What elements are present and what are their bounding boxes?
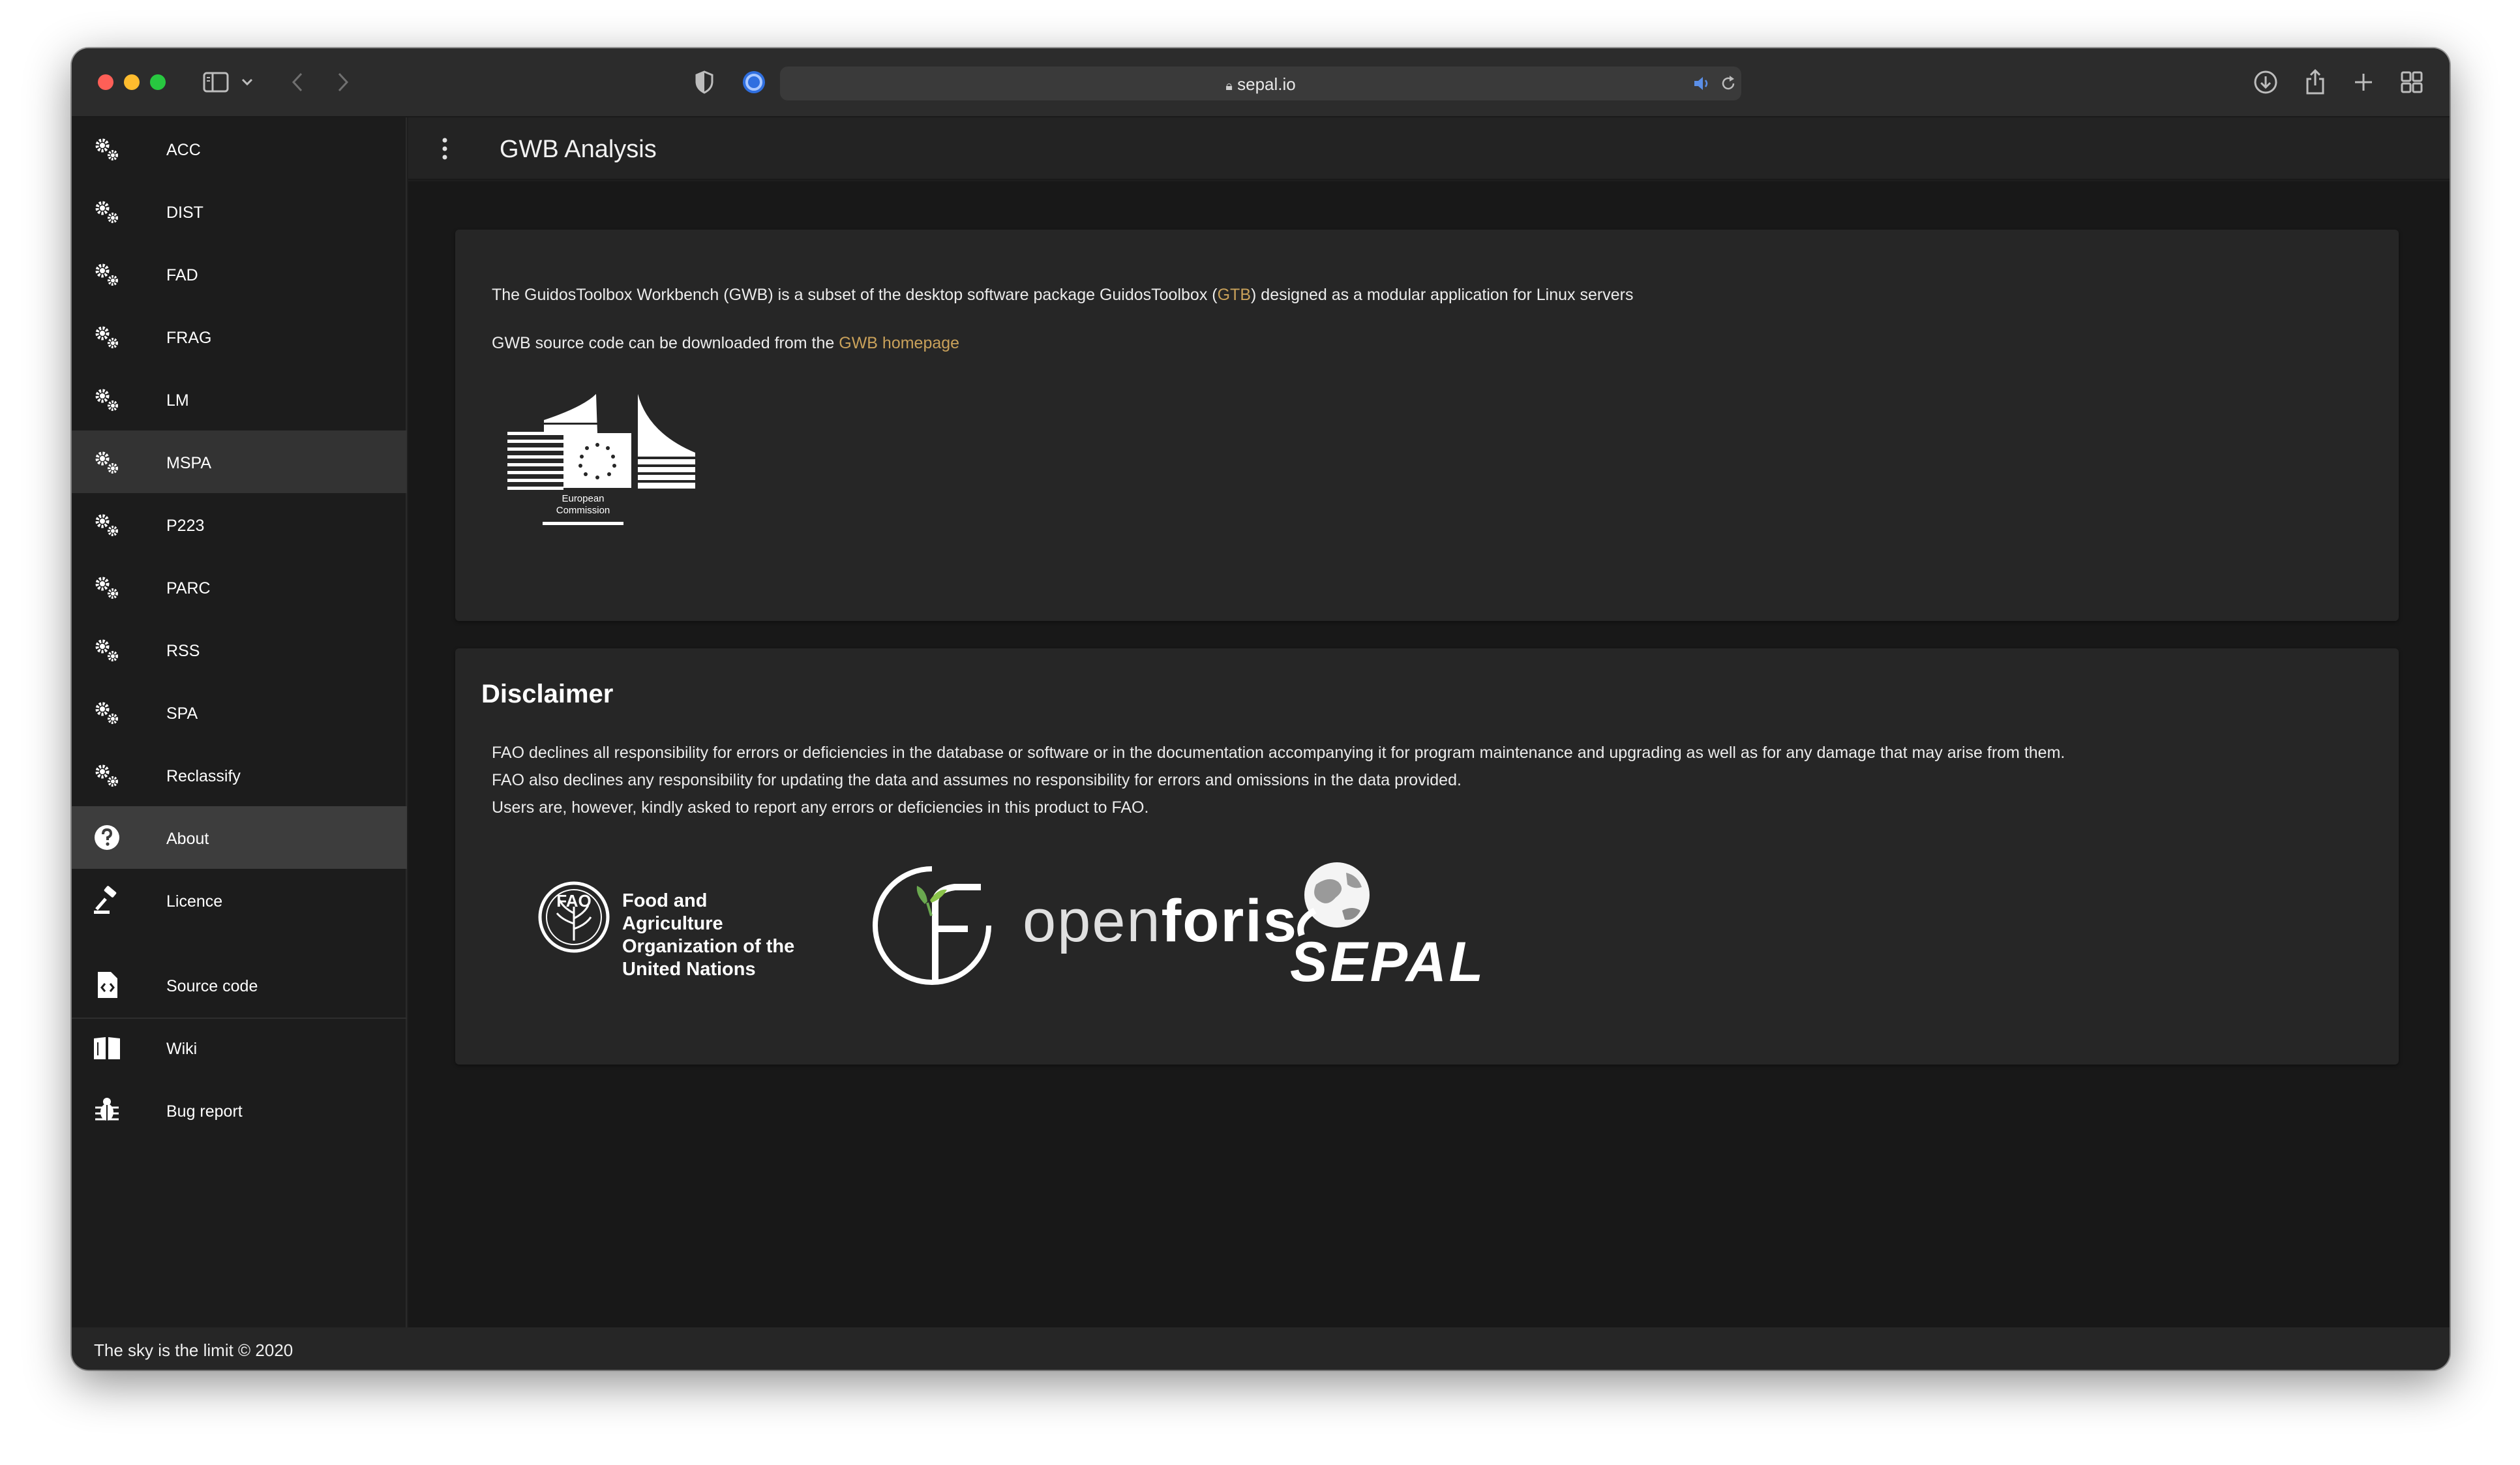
sidebar-item-dist[interactable]: DIST — [72, 180, 407, 243]
gtb-link[interactable]: GTB — [1218, 286, 1251, 304]
sidebar-link-bug-report[interactable]: Bug report — [72, 1079, 407, 1141]
globe-icon — [1297, 862, 1370, 937]
gears-icon — [95, 389, 118, 411]
sepal-logo: SEPAL — [1290, 858, 1505, 995]
reload-icon[interactable] — [1719, 74, 1737, 96]
gears-icon — [95, 639, 118, 661]
question-circle-icon — [95, 825, 119, 850]
european-commission-logo: European Commission — [505, 394, 700, 531]
openforis-logo: openforis — [870, 864, 1297, 988]
back-icon[interactable] — [284, 67, 310, 98]
openforis-wordmark: openforis — [1023, 888, 1298, 954]
disclaimer-title: Disclaimer — [481, 680, 614, 708]
gears-icon — [95, 764, 118, 787]
minimize-window-button[interactable] — [124, 74, 140, 90]
sepal-wordmark: SEPAL — [1290, 931, 1486, 993]
app-bar: GWB Analysis — [408, 117, 2450, 180]
gears-icon — [95, 138, 118, 160]
file-code-icon — [98, 972, 117, 998]
browser-window: 🔒︎ sepal.io ACC DIST FAD FRAG LM MSPA P2… — [72, 48, 2450, 1370]
sidebar: ACC DIST FAD FRAG LM MSPA P223 PARC RSS … — [72, 117, 407, 1327]
chevron-down-icon[interactable] — [237, 67, 257, 98]
sidebar-item-parc[interactable]: PARC — [72, 556, 407, 618]
gears-icon — [95, 264, 118, 286]
url-text: 🔒︎ sepal.io — [1225, 74, 1296, 94]
book-icon — [94, 1037, 120, 1059]
gears-icon — [95, 702, 118, 724]
extension-icon[interactable] — [740, 67, 768, 98]
sidebar-link-source-code[interactable]: Source code — [72, 954, 407, 1016]
shield-icon[interactable] — [690, 67, 719, 98]
new-tab-icon[interactable] — [2349, 67, 2378, 98]
sidebar-item-about[interactable]: About — [72, 806, 407, 869]
footer-text: The sky is the limit © 2020 — [94, 1340, 293, 1360]
sidebar-item-licence[interactable]: Licence — [72, 869, 407, 931]
main-content: The GuidosToolbox Workbench (GWB) is a s… — [408, 181, 2450, 1327]
fao-logo-text: Food and Agriculture Organization of the… — [622, 890, 795, 980]
gwb-homepage-link[interactable]: GWB homepage — [839, 334, 959, 352]
kebab-menu-icon[interactable] — [441, 137, 449, 160]
gears-icon — [95, 451, 118, 474]
gears-icon — [95, 514, 118, 536]
download-icon[interactable] — [2251, 67, 2280, 98]
intro-paragraph: The GuidosToolbox Workbench (GWB) is a s… — [492, 286, 1634, 304]
sidebar-link-wiki[interactable]: Wiki — [72, 1016, 407, 1079]
disclaimer-line: Users are, however, kindly asked to repo… — [492, 798, 1149, 817]
ec-logo-underline — [543, 522, 623, 525]
gears-icon — [95, 201, 118, 223]
app-title: GWB Analysis — [500, 136, 657, 163]
sidebar-item-reclassify[interactable]: Reclassify — [72, 744, 407, 806]
sidebar-item-frag[interactable]: FRAG — [72, 305, 407, 368]
speaker-icon[interactable] — [1693, 74, 1713, 96]
fao-logo: FAO Food and Agriculture Organization of… — [537, 878, 811, 980]
share-icon[interactable] — [2301, 67, 2330, 98]
ec-logo-text: European Commission — [556, 493, 610, 516]
sidebar-item-mspa[interactable]: MSPA — [72, 430, 407, 493]
footer: The sky is the limit © 2020 — [72, 1327, 2450, 1370]
openforis-tree-icon — [873, 866, 991, 985]
maximize-window-button[interactable] — [150, 74, 166, 90]
sidebar-item-rss[interactable]: RSS — [72, 618, 407, 681]
gavel-icon — [94, 886, 117, 914]
sidebar-toggle-icon[interactable] — [200, 67, 232, 98]
gears-icon — [95, 326, 118, 348]
sidebar-item-p223[interactable]: P223 — [72, 493, 407, 556]
sidebar-item-acc[interactable]: ACC — [72, 117, 407, 180]
sidebar-item-lm[interactable]: LM — [72, 368, 407, 430]
gears-icon — [95, 577, 118, 599]
source-paragraph: GWB source code can be downloaded from t… — [492, 334, 960, 352]
lock-icon: 🔒︎ — [1225, 79, 1233, 93]
sidebar-item-spa[interactable]: SPA — [72, 681, 407, 744]
browser-titlebar: 🔒︎ sepal.io — [72, 48, 2450, 117]
disclaimer-card: Disclaimer FAO declines all responsibili… — [455, 648, 2399, 1065]
svg-text:FAO: FAO — [556, 891, 591, 911]
tab-overview-icon[interactable] — [2397, 67, 2426, 98]
forward-icon[interactable] — [330, 67, 356, 98]
fao-emblem-icon: FAO — [538, 881, 610, 953]
bug-icon — [95, 1098, 119, 1121]
address-bar[interactable]: 🔒︎ sepal.io — [780, 67, 1741, 100]
disclaimer-line: FAO also declines any responsibility for… — [492, 771, 1462, 789]
sidebar-item-fad[interactable]: FAD — [72, 243, 407, 305]
disclaimer-line: FAO declines all responsibility for erro… — [492, 744, 2065, 762]
about-card: The GuidosToolbox Workbench (GWB) is a s… — [455, 230, 2399, 621]
close-window-button[interactable] — [98, 74, 113, 90]
